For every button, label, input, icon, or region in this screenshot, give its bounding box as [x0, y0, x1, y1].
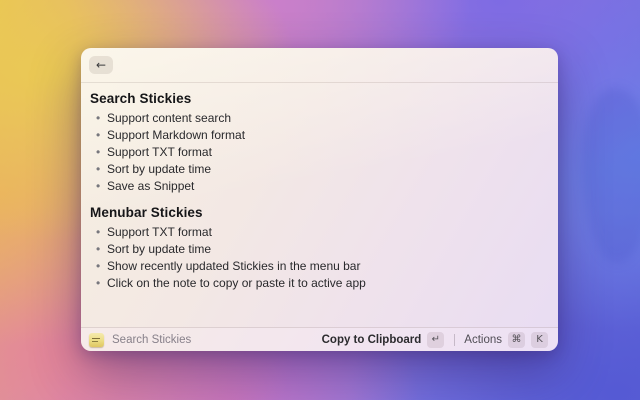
list-item: Sort by update time [90, 161, 546, 178]
cmd-key-icon: ⌘ [508, 332, 525, 348]
k-key-icon: K [531, 332, 548, 348]
feature-list: Support content search Support Markdown … [90, 110, 546, 195]
back-arrow-icon: ← [96, 59, 106, 71]
list-item: Click on the note to copy or paste it to… [90, 275, 546, 292]
stickies-icon [89, 333, 104, 347]
return-key-icon: ↵ [427, 332, 444, 348]
list-item: Save as Snippet [90, 178, 546, 195]
background-shape [582, 88, 640, 263]
footer-actions: Copy to Clipboard ↵ Actions ⌘ K [322, 332, 548, 348]
list-item: Sort by update time [90, 241, 546, 258]
section-title-search-stickies: Search Stickies [90, 90, 546, 107]
list-item: Support content search [90, 110, 546, 127]
back-button[interactable]: ← [89, 56, 113, 74]
list-item: Support TXT format [90, 224, 546, 241]
launcher-window: ← Search Stickies Support content search… [81, 48, 558, 351]
content-area: Search Stickies Support content search S… [81, 83, 558, 327]
footer-app-name: Search Stickies [112, 334, 191, 346]
list-item: Support Markdown format [90, 127, 546, 144]
desktop-background: ← Search Stickies Support content search… [0, 0, 640, 400]
footer-divider [454, 334, 455, 346]
section-title-menubar-stickies: Menubar Stickies [90, 204, 546, 221]
window-header: ← [81, 48, 558, 83]
list-item: Show recently updated Stickies in the me… [90, 258, 546, 275]
list-item: Support TXT format [90, 144, 546, 161]
footer-bar: Search Stickies Copy to Clipboard ↵ Acti… [81, 327, 558, 351]
feature-list: Support TXT format Sort by update time S… [90, 224, 546, 292]
actions-button[interactable]: Actions [464, 334, 502, 346]
copy-to-clipboard-button[interactable]: Copy to Clipboard [322, 334, 422, 346]
